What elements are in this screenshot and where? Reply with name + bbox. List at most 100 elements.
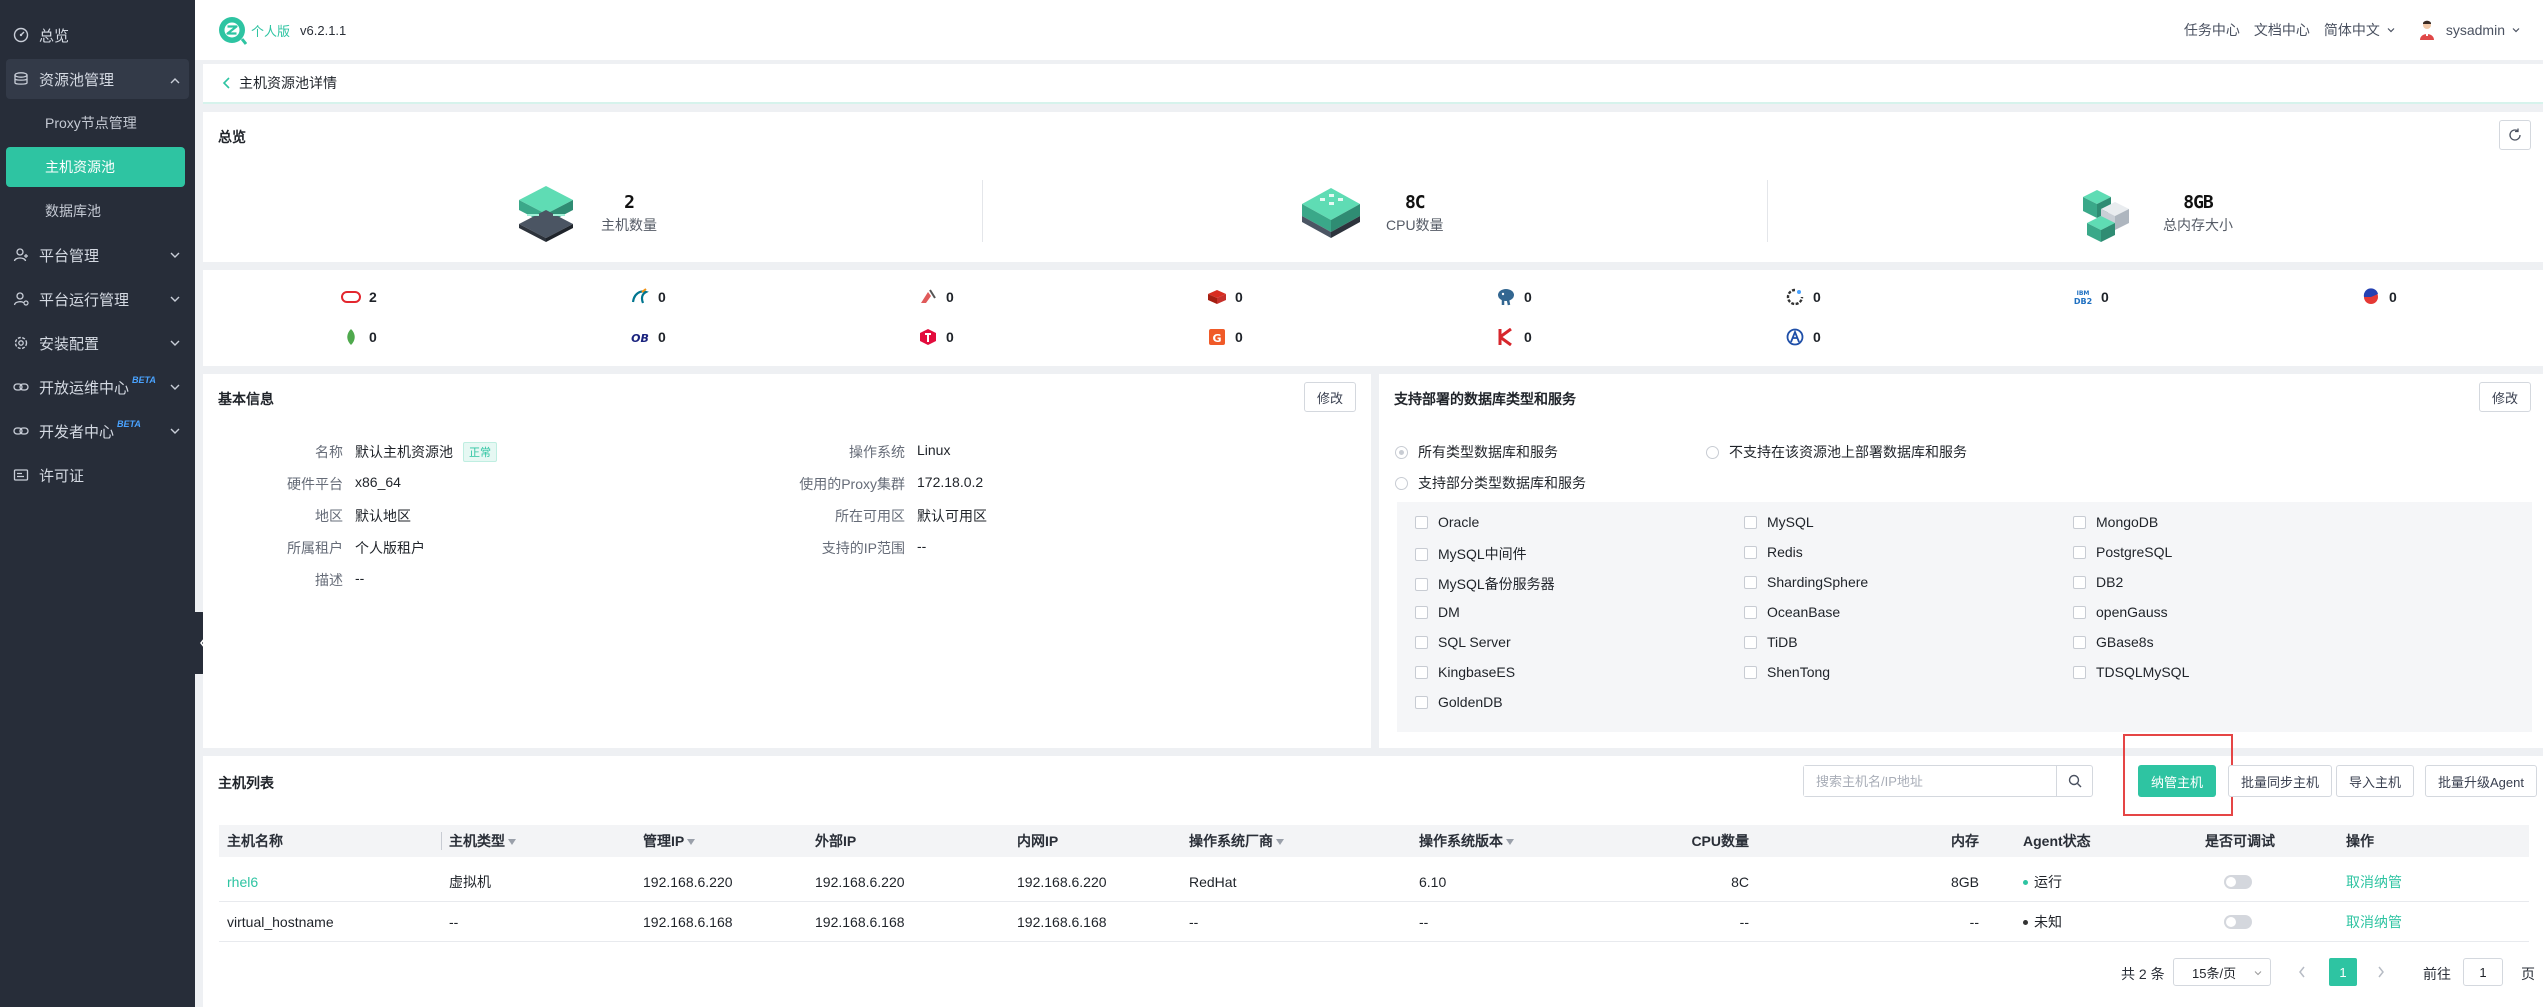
db-type-checkbox[interactable]: GBase8s	[2073, 634, 2154, 650]
info-key: 名称	[315, 444, 343, 460]
radio-all-types[interactable]: 所有类型数据库和服务	[1395, 442, 1558, 462]
db-type-checkbox[interactable]: ShardingSphere	[1744, 574, 1868, 590]
batch-upgrade-agent-button[interactable]: 批量升级Agent	[2425, 765, 2537, 797]
nav-overview-label: 总览	[39, 27, 70, 45]
batch-sync-host-button[interactable]: 批量同步主机	[2228, 765, 2333, 797]
col-ext-ip[interactable]: 外部IP	[815, 825, 856, 857]
col-host-name[interactable]: 主机名称	[227, 825, 283, 857]
db-type-checkbox[interactable]: MySQL	[1744, 514, 1814, 530]
edit-basic-info-button[interactable]: 修改	[1303, 382, 1356, 412]
task-center-link[interactable]: 任务中心	[2184, 20, 2240, 40]
info-key: 所属租户	[287, 540, 343, 556]
col-int-ip[interactable]: 内网IP	[1017, 825, 1058, 857]
docs-center-link[interactable]: 文档中心	[2254, 20, 2310, 40]
host-list-title: 主机列表	[218, 775, 274, 791]
col-memory[interactable]: 内存	[1919, 825, 1979, 857]
filter-icon[interactable]	[1506, 839, 1514, 846]
db-count-mysql: 0	[630, 288, 666, 306]
host-name-cell[interactable]: virtual_hostname	[227, 902, 334, 942]
filter-icon[interactable]	[687, 839, 696, 846]
nav-proxy-nodes[interactable]: Proxy节点管理	[0, 101, 195, 145]
user-menu[interactable]: sysadmin	[2418, 19, 2521, 41]
radio-partial-types[interactable]: 支持部分类型数据库和服务	[1395, 473, 1586, 493]
debuggable-toggle[interactable]	[2224, 875, 2252, 889]
nav-resource-pool[interactable]: 资源池管理	[6, 59, 189, 99]
info-hw-value: x86_64	[355, 474, 401, 490]
checkbox-indicator	[2073, 635, 2086, 649]
db-type-checkbox[interactable]: OceanBase	[1744, 604, 1840, 620]
col-os-vendor[interactable]: 操作系统厂商	[1189, 825, 1284, 857]
db-type-checkbox[interactable]: DB2	[2073, 574, 2123, 590]
checkbox-indicator	[1415, 635, 1428, 649]
filter-icon[interactable]	[508, 839, 516, 846]
filter-icon[interactable]	[1276, 839, 1284, 846]
col-debuggable[interactable]: 是否可调试	[2205, 825, 2275, 857]
nav-open-ops-center[interactable]: 开放运维中心 BETA	[0, 365, 195, 409]
col-cpu[interactable]: CPU数量	[1689, 825, 1749, 857]
nav-install-config[interactable]: 安装配置	[0, 321, 195, 365]
nav-platform-ops[interactable]: 平台运行管理	[0, 277, 195, 321]
prev-page-icon[interactable]	[2297, 965, 2307, 979]
chevron-down-icon	[170, 428, 180, 434]
db-type-checkbox[interactable]: Oracle	[1415, 514, 1479, 530]
col-agent-status[interactable]: Agent状态	[2023, 825, 2091, 857]
back-icon[interactable]	[221, 76, 233, 90]
db-type-checkbox[interactable]: PostgreSQL	[2073, 544, 2172, 560]
nav-overview[interactable]: 总览	[0, 13, 195, 57]
manage-host-button[interactable]: 纳管主机	[2138, 765, 2216, 797]
nav-dev-center[interactable]: 开发者中心 BETA	[0, 409, 195, 453]
col-os-version[interactable]: 操作系统版本	[1419, 825, 1514, 857]
nav-db-pool[interactable]: 数据库池	[0, 189, 195, 233]
dashboard-icon	[13, 27, 29, 43]
search-button[interactable]	[2056, 766, 2092, 796]
checkbox-indicator	[1415, 515, 1428, 529]
col-host-type[interactable]: 主机类型	[449, 825, 516, 857]
host-name-link[interactable]: rhel6	[227, 862, 258, 902]
db-type-checkbox[interactable]: Redis	[1744, 544, 1803, 560]
db-type-label: MySQL	[1767, 514, 1814, 530]
memory-total-label: 总内存大小	[2163, 216, 2233, 233]
db-count-sharding: 0	[918, 288, 954, 306]
unmanage-link[interactable]: 取消纳管	[2346, 902, 2402, 942]
db-type-checkbox[interactable]: TiDB	[1744, 634, 1798, 650]
db-type-checkbox[interactable]: TDSQLMySQL	[2073, 664, 2189, 680]
db-type-checkbox[interactable]: KingbaseES	[1415, 664, 1515, 680]
db-type-checkbox[interactable]: openGauss	[2073, 604, 2168, 620]
refresh-button[interactable]	[2499, 120, 2531, 150]
chevron-down-icon	[170, 296, 180, 302]
db-type-label: MySQL备份服务器	[1438, 576, 1555, 592]
nav-license[interactable]: 许可证	[0, 453, 195, 497]
info-ip-range-row: 支持的IP范围 --	[765, 538, 927, 558]
col-mgmt-ip[interactable]: 管理IP	[643, 825, 696, 857]
radio-unsupported[interactable]: 不支持在该资源池上部署数据库和服务	[1706, 442, 1967, 462]
next-page-icon[interactable]	[2376, 965, 2386, 979]
db-type-label: MongoDB	[2096, 514, 2159, 530]
import-host-button[interactable]: 导入主机	[2336, 765, 2415, 797]
db-type-checkbox[interactable]: MySQL备份服务器	[1415, 574, 1555, 594]
radio-unsupported-label: 不支持在该资源池上部署数据库和服务	[1729, 444, 1967, 460]
db-type-checkbox[interactable]: MySQL中间件	[1415, 544, 1527, 564]
overview-title: 总览	[218, 129, 246, 145]
db-count-value: 0	[658, 289, 666, 305]
unmanage-link[interactable]: 取消纳管	[2346, 862, 2402, 902]
db-type-checkbox[interactable]: GoldenDB	[1415, 694, 1503, 710]
goto-page-input[interactable]: 1	[2463, 958, 2503, 986]
db-type-label: MySQL中间件	[1438, 546, 1527, 562]
nav-host-pool[interactable]: 主机资源池	[6, 147, 185, 187]
db-type-checkbox[interactable]: MongoDB	[2073, 514, 2158, 530]
nav-platform-mgmt[interactable]: 平台管理	[0, 233, 195, 277]
db-count-value: 0	[1235, 329, 1243, 345]
db-count-oceanbase: OB 0	[630, 328, 666, 346]
page-size-select[interactable]: 15条/页	[2173, 958, 2271, 986]
db-type-checkbox[interactable]: SQL Server	[1415, 634, 1511, 650]
debuggable-toggle[interactable]	[2224, 915, 2252, 929]
edit-supported-db-button[interactable]: 修改	[2478, 382, 2531, 412]
db-type-checkbox[interactable]: DM	[1415, 604, 1460, 620]
language-select[interactable]: 简体中文	[2324, 20, 2396, 40]
host-search-input[interactable]	[1804, 766, 2056, 796]
info-az-row: 所在可用区 默认可用区	[765, 506, 987, 526]
db-type-checkbox[interactable]: ShenTong	[1744, 664, 1830, 680]
int-ip-cell: 192.168.6.220	[1017, 874, 1107, 890]
page-number-current[interactable]: 1	[2329, 958, 2357, 986]
host-count-label: 主机数量	[601, 216, 657, 233]
